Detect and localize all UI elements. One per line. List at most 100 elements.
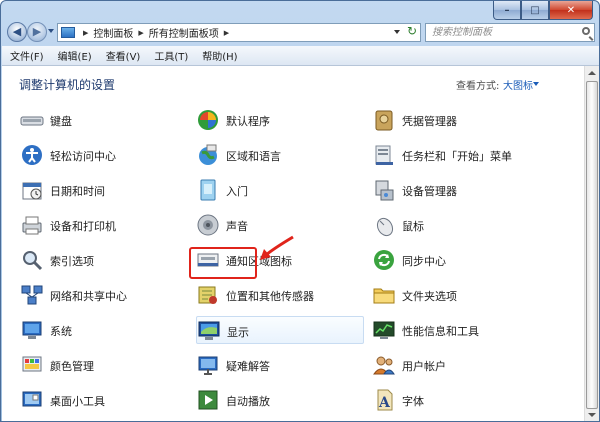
chevron-down-icon[interactable] xyxy=(533,82,539,86)
navigation-bar: ◀ ▶ ▶ 控制面板 ▶ 所有控制面板项 ▶ ↻ 搜索控制面板 xyxy=(1,20,599,46)
annotation-arrow xyxy=(260,235,294,260)
display-icon xyxy=(198,321,220,340)
item-label: 声音 xyxy=(226,220,248,233)
desktop-gadgets-icon xyxy=(22,391,42,407)
vertical-scrollbar[interactable] xyxy=(584,66,599,421)
forward-button[interactable]: ▶ xyxy=(27,22,47,42)
control-panel-item-mouse[interactable]: 鼠标 xyxy=(372,211,540,239)
maximize-button[interactable]: □ xyxy=(521,1,549,20)
breadcrumb-control-panel[interactable]: 控制面板 xyxy=(93,25,133,40)
control-panel-item-indexing-options[interactable]: 索引选项 xyxy=(20,246,188,274)
item-label: 网络和共享中心 xyxy=(50,290,127,303)
control-panel-item-sync-center[interactable]: 同步中心 xyxy=(372,246,540,274)
address-bar[interactable]: ▶ 控制面板 ▶ 所有控制面板项 ▶ ↻ xyxy=(57,23,421,42)
item-label: 凭据管理器 xyxy=(402,115,457,128)
device-manager-icon xyxy=(375,180,394,201)
refresh-icon[interactable]: ↻ xyxy=(407,24,417,38)
menu-view[interactable]: 查看(V) xyxy=(99,48,148,63)
fonts-icon: A xyxy=(377,389,393,411)
chevron-right-icon[interactable]: ▶ xyxy=(224,29,229,37)
scroll-up-icon[interactable] xyxy=(588,71,596,75)
minimize-button[interactable]: – xyxy=(493,1,521,20)
scroll-down-icon[interactable] xyxy=(588,413,596,417)
control-panel-item-troubleshooting[interactable]: 疑难解答 xyxy=(196,351,364,379)
control-panel-window: – □ ✕ ◀ ▶ ▶ 控制面板 ▶ 所有控制面板项 ▶ ↻ 搜索控制面板 文件… xyxy=(0,0,600,422)
recent-pages-dropdown[interactable] xyxy=(48,29,54,33)
autoplay-icon xyxy=(198,390,218,410)
indexing-options-icon xyxy=(23,251,43,271)
control-panel-item-taskbar-start[interactable]: 任务栏和「开始」菜单 xyxy=(372,141,540,169)
breadcrumb-all-items[interactable]: 所有控制面板项 xyxy=(149,25,219,40)
control-panel-item-fonts[interactable]: A 字体 xyxy=(372,386,540,414)
scroll-thumb[interactable] xyxy=(586,81,598,409)
color-management-icon xyxy=(22,356,42,372)
item-label: 位置和其他传感器 xyxy=(226,290,314,303)
taskbar-start-icon xyxy=(375,145,393,165)
folder-options-icon xyxy=(373,288,395,304)
sound-icon xyxy=(197,214,219,236)
menu-tools[interactable]: 工具(T) xyxy=(147,48,195,63)
item-label: 自动播放 xyxy=(226,395,270,408)
item-label: 设备和打印机 xyxy=(50,220,116,233)
control-panel-item-getting-started[interactable]: 入门 xyxy=(196,176,364,204)
mouse-icon xyxy=(376,217,394,237)
item-label: 字体 xyxy=(402,395,424,408)
chevron-right-icon[interactable]: ▶ xyxy=(83,29,88,37)
item-label: 文件夹选项 xyxy=(402,290,457,303)
sync-center-icon xyxy=(374,250,394,270)
keyboard-icon xyxy=(20,116,44,126)
control-panel-item-folder-options[interactable]: 文件夹选项 xyxy=(372,281,540,309)
item-label: 任务栏和「开始」菜单 xyxy=(402,150,512,163)
control-panel-item-default-programs[interactable]: 默认程序 xyxy=(196,106,364,134)
menu-help[interactable]: 帮助(H) xyxy=(195,48,244,63)
network-sharing-icon xyxy=(21,285,43,305)
system-icon xyxy=(22,321,42,339)
control-panel-item-device-manager[interactable]: 设备管理器 xyxy=(372,176,540,204)
control-panel-item-ease-of-access[interactable]: 轻松访问中心 xyxy=(20,141,188,169)
item-label: 索引选项 xyxy=(50,255,94,268)
item-label: 性能信息和工具 xyxy=(402,325,479,338)
control-panel-item-display[interactable]: 显示 xyxy=(196,316,364,344)
control-panel-item-devices-printers[interactable]: 设备和打印机 xyxy=(20,211,188,239)
search-input[interactable]: 搜索控制面板 xyxy=(425,23,595,42)
view-by-dropdown[interactable]: 大图标 xyxy=(503,77,533,92)
page-title: 调整计算机的设置 xyxy=(19,78,116,92)
item-label: 轻松访问中心 xyxy=(50,150,116,163)
control-panel-item-network-sharing[interactable]: 网络和共享中心 xyxy=(20,281,188,309)
back-button[interactable]: ◀ xyxy=(7,22,27,42)
region-language-icon xyxy=(199,144,217,165)
menu-bar: 文件(F) 编辑(E) 查看(V) 工具(T) 帮助(H) xyxy=(2,46,599,66)
item-label: 显示 xyxy=(227,326,249,339)
control-panel-item-location-sensors[interactable]: 位置和其他传感器 xyxy=(196,281,364,309)
control-panel-item-color-management[interactable]: 颜色管理 xyxy=(20,351,188,379)
control-panel-item-credential-manager[interactable]: 凭据管理器 xyxy=(372,106,540,134)
control-panel-item-date-time[interactable]: 日期和时间 xyxy=(20,176,188,204)
item-label: 入门 xyxy=(226,185,248,198)
chevron-right-icon[interactable]: ▶ xyxy=(138,29,143,37)
item-label: 键盘 xyxy=(50,115,72,128)
control-panel-item-region-language[interactable]: 区域和语言 xyxy=(196,141,364,169)
svg-text:A: A xyxy=(378,395,391,411)
address-dropdown-icon[interactable] xyxy=(394,30,400,34)
item-label: 颜色管理 xyxy=(50,360,94,373)
default-programs-icon xyxy=(198,110,218,130)
item-label: 同步中心 xyxy=(402,255,446,268)
search-icon[interactable] xyxy=(582,27,590,35)
close-button[interactable]: ✕ xyxy=(549,1,593,20)
control-panel-icon xyxy=(61,27,75,38)
control-panel-item-user-accounts[interactable]: 用户帐户 xyxy=(372,351,540,379)
menu-edit[interactable]: 编辑(E) xyxy=(51,48,99,63)
item-label: 桌面小工具 xyxy=(50,395,105,408)
highlight-box xyxy=(189,247,257,279)
control-panel-item-performance[interactable]: 性能信息和工具 xyxy=(372,316,540,344)
item-label: 疑难解答 xyxy=(226,360,270,373)
item-label: 区域和语言 xyxy=(226,150,281,163)
item-label: 鼠标 xyxy=(402,220,424,233)
getting-started-icon xyxy=(200,179,216,201)
control-panel-item-autoplay[interactable]: 自动播放 xyxy=(196,386,364,414)
control-panel-item-desktop-gadgets[interactable]: 桌面小工具 xyxy=(20,386,188,414)
control-panel-item-keyboard[interactable]: 键盘 xyxy=(20,106,188,134)
control-panel-item-system[interactable]: 系统 xyxy=(20,316,188,344)
performance-icon xyxy=(373,321,395,339)
menu-file[interactable]: 文件(F) xyxy=(2,48,51,63)
